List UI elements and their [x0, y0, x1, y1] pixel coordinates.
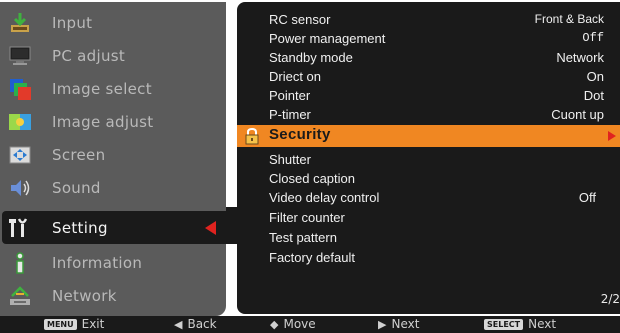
- sidebar-item-label: Network: [52, 286, 117, 305]
- hint-back: ◀ Back: [174, 317, 217, 331]
- bottom-hint-bar: MENU Exit ◀ Back ◆ Move ▶ Next SELECT Ne…: [0, 316, 620, 333]
- hint-exit: MENU Exit: [44, 317, 104, 331]
- row-label: Power management: [269, 31, 386, 46]
- hint-label: Back: [187, 317, 217, 331]
- submenu-arrow-icon: [608, 131, 616, 141]
- sound-icon: [8, 176, 32, 200]
- row-label: Security: [269, 126, 331, 143]
- sidebar-item-label: Input: [52, 13, 93, 32]
- menu-row-filter-counter[interactable]: Filter counter: [237, 208, 620, 227]
- menu-row-power-management[interactable]: Power management Off: [237, 29, 620, 48]
- row-label: Driect on: [269, 69, 322, 84]
- hint-move: ◆ Move: [270, 317, 316, 331]
- pc-adjust-icon: [8, 44, 32, 68]
- sidebar-item-setting[interactable]: Setting: [2, 211, 234, 244]
- row-label: Standby mode: [269, 50, 353, 65]
- sidebar-item-label: Screen: [52, 145, 106, 164]
- sidebar-item-input[interactable]: Input: [0, 6, 226, 39]
- row-label: Filter counter: [269, 210, 345, 225]
- back-arrow-icon: ◀: [174, 317, 183, 331]
- menu-row-pointer[interactable]: Pointer Dot: [237, 86, 620, 105]
- next-arrow-icon: ▶: [378, 317, 387, 331]
- sidebar-item-information[interactable]: Information: [0, 246, 226, 279]
- row-label: Test pattern: [269, 230, 337, 245]
- image-adjust-icon: [8, 110, 32, 134]
- row-value: Off: [582, 31, 604, 45]
- row-value: Off: [578, 190, 596, 205]
- sidebar-item-label: Setting: [52, 218, 108, 237]
- menu-row-video-delay-control[interactable]: Video delay control Off: [237, 188, 620, 207]
- move-arrows-icon: ◆: [270, 317, 279, 331]
- menu-row-test-pattern[interactable]: Test pattern: [237, 228, 620, 247]
- hint-label: Move: [283, 317, 316, 331]
- sidebar-item-screen[interactable]: Screen: [0, 138, 226, 171]
- sidebar-item-network[interactable]: Network: [0, 279, 226, 312]
- menu-row-closed-caption[interactable]: Closed caption: [237, 169, 620, 188]
- row-value: Cuont up: [551, 107, 604, 122]
- hint-select: SELECT Next: [484, 317, 556, 331]
- lock-icon: [243, 127, 261, 148]
- menu-row-security[interactable]: Security: [237, 125, 620, 147]
- sidebar-item-pc-adjust[interactable]: PC adjust: [0, 39, 226, 72]
- sidebar-item-label: Information: [52, 253, 143, 272]
- sidebar-item-image-adjust[interactable]: Image adjust: [0, 105, 226, 138]
- menu-key-icon: MENU: [44, 318, 77, 330]
- projector-menu: Input PC adjust Image select Image adjus…: [0, 0, 620, 333]
- selected-arrow-icon: [205, 221, 216, 235]
- row-label: Video delay control: [269, 190, 380, 205]
- sidebar-item-label: Image adjust: [52, 112, 154, 131]
- hint-label: Next: [391, 317, 420, 331]
- row-value: Network: [556, 50, 604, 65]
- menu-row-standby-mode[interactable]: Standby mode Network: [237, 48, 620, 67]
- setting-icon: [8, 216, 32, 240]
- menu-row-direct-on[interactable]: Driect on On: [237, 67, 620, 86]
- row-label: P-timer: [269, 107, 311, 122]
- row-label: Factory default: [269, 250, 355, 265]
- row-value: Front & Back: [534, 12, 604, 26]
- menu-row-factory-default[interactable]: Factory default: [237, 248, 620, 267]
- row-label: Pointer: [269, 88, 311, 103]
- hint-label: Next: [528, 317, 557, 331]
- sidebar-item-image-select[interactable]: Image select: [0, 72, 226, 105]
- image-select-icon: [8, 77, 32, 101]
- row-label: Shutter: [269, 152, 311, 167]
- row-value: Dot: [583, 88, 604, 103]
- select-key-icon: SELECT: [484, 318, 524, 330]
- row-value: On: [586, 69, 604, 84]
- menu-row-shutter[interactable]: Shutter: [237, 150, 620, 169]
- menu-row-p-timer[interactable]: P-timer Cuont up: [237, 105, 620, 124]
- row-label: Closed caption: [269, 171, 355, 186]
- page-indicator: 2/2: [600, 292, 620, 306]
- sidebar-item-label: Image select: [52, 79, 152, 98]
- information-icon: [8, 251, 32, 275]
- screen-icon: [8, 143, 32, 167]
- sidebar-item-label: PC adjust: [52, 46, 126, 65]
- hint-label: Exit: [81, 317, 105, 331]
- sidebar-item-sound[interactable]: Sound: [0, 171, 226, 204]
- sidebar: Input PC adjust Image select Image adjus…: [0, 2, 234, 316]
- setting-panel: RC sensor Front & Back Power management …: [237, 2, 620, 314]
- network-icon: [8, 284, 32, 308]
- input-icon: [8, 11, 32, 35]
- row-label: RC sensor: [269, 12, 331, 27]
- sidebar-item-label: Sound: [52, 178, 101, 197]
- menu-row-rc-sensor[interactable]: RC sensor Front & Back: [237, 10, 620, 29]
- hint-next: ▶ Next: [378, 317, 419, 331]
